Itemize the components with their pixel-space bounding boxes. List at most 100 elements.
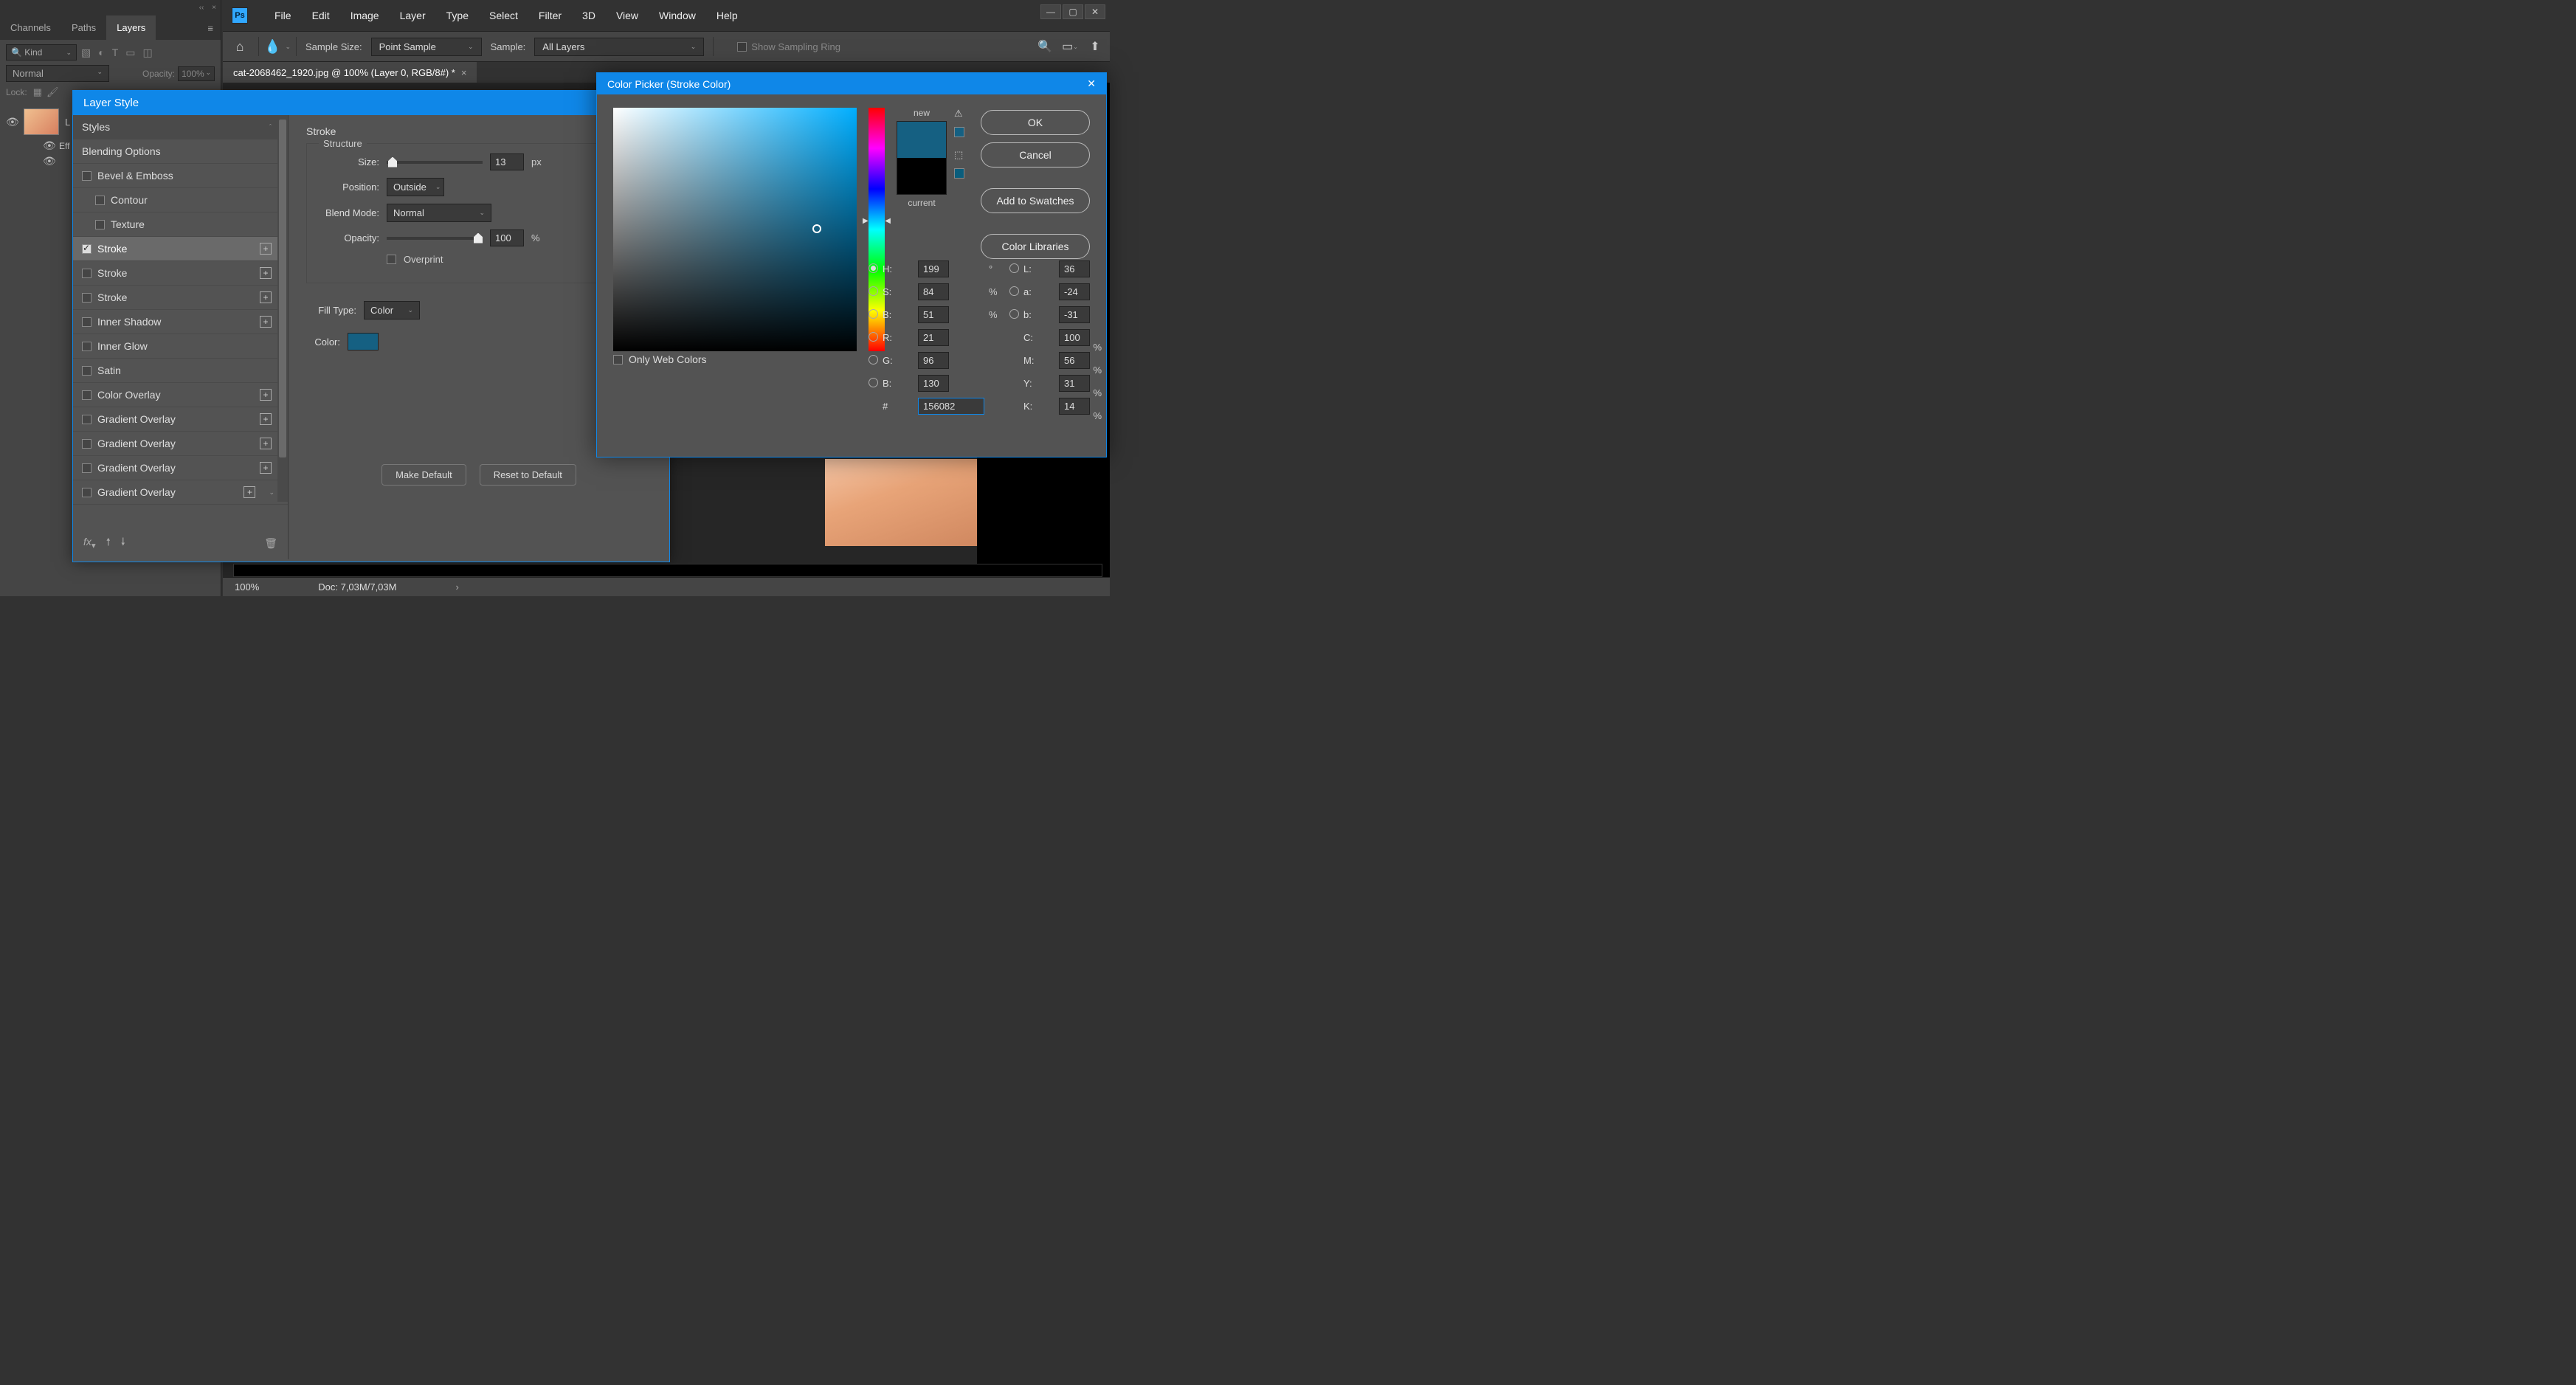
layer-thumbnail[interactable] [24, 108, 59, 135]
color-marker[interactable] [812, 224, 821, 233]
color-overlay-checkbox[interactable] [82, 390, 91, 400]
websafe-warning-icon[interactable]: ⬚ [954, 149, 963, 161]
visibility-eye-icon[interactable]: 👁 [6, 116, 18, 128]
gradient-overlay-checkbox[interactable] [82, 415, 91, 424]
color-picker-close-icon[interactable]: ✕ [1087, 77, 1096, 90]
doc-info[interactable]: Doc: 7,03M/7,03M [318, 581, 396, 593]
eyedropper-tool-icon[interactable]: 💧⌄ [268, 37, 287, 56]
add-color-overlay-icon[interactable]: + [260, 389, 272, 401]
h-input[interactable]: 199 [918, 260, 949, 277]
blending-options-row[interactable]: Blending Options [73, 139, 288, 164]
menu-window[interactable]: Window [649, 5, 706, 26]
texture-checkbox[interactable] [95, 220, 105, 229]
add-inner-shadow-icon[interactable]: + [260, 316, 272, 328]
filter-adjustment-icon[interactable]: ◐ [98, 46, 104, 59]
menu-select[interactable]: Select [479, 5, 528, 26]
bevel-checkbox[interactable] [82, 171, 91, 181]
add-stroke-icon[interactable]: + [260, 243, 272, 255]
collapse-icon[interactable]: ‹‹ [199, 4, 204, 12]
g-radio[interactable] [869, 355, 878, 365]
size-input[interactable]: 13 [490, 153, 524, 170]
inner-shadow-checkbox[interactable] [82, 317, 91, 327]
menu-edit[interactable]: Edit [302, 5, 340, 26]
s-input[interactable]: 84 [918, 283, 949, 300]
window-minimize-button[interactable]: — [1040, 4, 1061, 19]
gradient-overlay-checkbox[interactable] [82, 439, 91, 449]
y-input[interactable]: 31 [1059, 375, 1090, 392]
stroke-color-swatch[interactable] [348, 333, 379, 350]
stroke-blend-select[interactable]: Normal⌄ [387, 204, 491, 222]
r-input[interactable]: 21 [918, 329, 949, 346]
inner-glow-row[interactable]: Inner Glow [73, 334, 288, 359]
add-gradient-overlay-icon[interactable]: + [260, 462, 272, 474]
home-icon[interactable]: ⌂ [230, 37, 249, 56]
gradient-overlay-row[interactable]: Gradient Overlay+ [73, 456, 288, 480]
sample-select[interactable]: All Layers⌄ [534, 38, 704, 56]
menu-filter[interactable]: Filter [528, 5, 572, 26]
window-close-button[interactable]: ✕ [1085, 4, 1105, 19]
hue-handle-left-icon[interactable]: ▶ [863, 217, 869, 225]
panel-close-icon[interactable]: × [212, 4, 216, 12]
blend-mode-select[interactable]: Normal⌄ [6, 65, 109, 82]
k-input[interactable]: 14 [1059, 398, 1090, 415]
l-input[interactable]: 36 [1059, 260, 1090, 277]
gamut-safe-swatch[interactable] [954, 127, 964, 137]
canvas-image[interactable] [825, 459, 977, 546]
color-overlay-row[interactable]: Color Overlay+ [73, 383, 288, 407]
add-gradient-overlay-icon[interactable]: + [260, 438, 272, 449]
texture-row[interactable]: Texture [73, 213, 288, 237]
satin-checkbox[interactable] [82, 366, 91, 376]
only-web-colors-checkbox[interactable] [613, 355, 623, 365]
hex-input[interactable]: 156082 [918, 398, 984, 415]
gradient-overlay-row[interactable]: Gradient Overlay+⌄ [73, 480, 288, 505]
filter-shape-icon[interactable]: ▭ [125, 46, 135, 59]
visibility-eye-icon[interactable]: 👁 [43, 155, 55, 167]
move-up-icon[interactable]: 🠕 [106, 534, 111, 552]
hue-handle-right-icon[interactable]: ◀ [885, 217, 891, 225]
rgb-b-input[interactable]: 130 [918, 375, 949, 392]
a-radio[interactable] [1009, 286, 1019, 296]
stroke-checkbox[interactable] [82, 244, 91, 254]
fill-type-select[interactable]: Color⌄ [364, 301, 420, 320]
layer-kind-select[interactable]: 🔍 Kind⌄ [6, 44, 77, 61]
inner-shadow-row[interactable]: Inner Shadow+ [73, 310, 288, 334]
s-radio[interactable] [869, 286, 878, 296]
zoom-level[interactable]: 100% [235, 581, 259, 593]
stroke-row[interactable]: Stroke+ [73, 286, 288, 310]
new-color-swatch[interactable] [897, 122, 946, 158]
b-radio[interactable] [869, 309, 878, 319]
r-radio[interactable] [869, 332, 878, 342]
make-default-button[interactable]: Make Default [381, 464, 466, 486]
styles-scrollbar[interactable] [277, 118, 288, 502]
stroke-checkbox[interactable] [82, 293, 91, 303]
sample-size-select[interactable]: Point Sample⌄ [371, 38, 482, 56]
menu-image[interactable]: Image [340, 5, 390, 26]
stroke-row-selected[interactable]: Stroke+ [73, 237, 288, 261]
add-gradient-overlay-icon[interactable]: + [244, 486, 255, 498]
ok-button[interactable]: OK [981, 110, 1090, 135]
lock-paint-icon[interactable]: 🖌 [46, 86, 59, 98]
workspace-icon[interactable]: ▭⌄ [1063, 39, 1077, 54]
reset-default-button[interactable]: Reset to Default [480, 464, 576, 486]
menu-layer[interactable]: Layer [390, 5, 436, 26]
inner-glow-checkbox[interactable] [82, 342, 91, 351]
current-color-swatch[interactable] [897, 158, 946, 194]
panel-tab-layers[interactable]: Layers [106, 15, 156, 40]
l-radio[interactable] [1009, 263, 1019, 273]
gradient-overlay-row[interactable]: Gradient Overlay+ [73, 432, 288, 456]
styles-header[interactable]: Stylesˆ [73, 115, 288, 139]
lab-b-input[interactable]: -31 [1059, 306, 1090, 323]
search-icon[interactable]: 🔍 [1037, 39, 1052, 54]
move-down-icon[interactable]: 🠗 [121, 534, 125, 552]
contour-row[interactable]: Contour [73, 188, 288, 213]
cancel-button[interactable]: Cancel [981, 142, 1090, 167]
panel-tab-paths[interactable]: Paths [61, 15, 106, 40]
saturation-brightness-field[interactable] [613, 108, 857, 351]
rgb-b-radio[interactable] [869, 378, 878, 387]
layer-style-titlebar[interactable]: Layer Style [73, 91, 669, 115]
stroke-checkbox[interactable] [82, 269, 91, 278]
show-sampling-ring-checkbox[interactable] [737, 42, 747, 52]
gradient-overlay-checkbox[interactable] [82, 463, 91, 473]
b-hsb-input[interactable]: 51 [918, 306, 949, 323]
menu-file[interactable]: File [264, 5, 302, 26]
